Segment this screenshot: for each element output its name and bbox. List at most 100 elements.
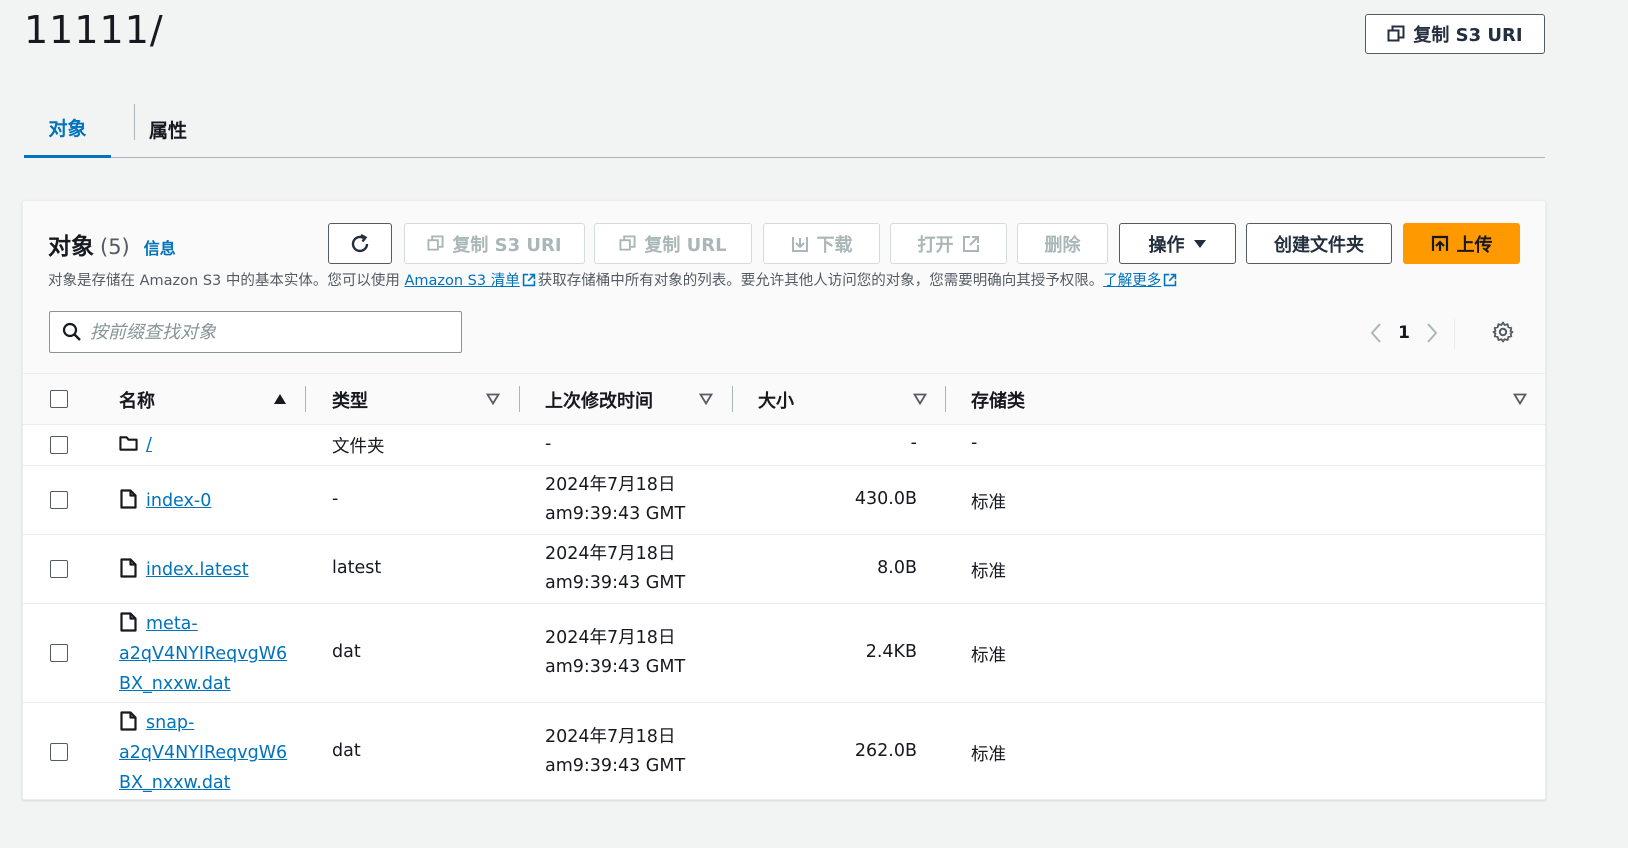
modified-date: 2024年7月18日: [545, 727, 676, 747]
storage-class-cell: 标准: [971, 745, 1006, 765]
page-title: 11111/: [24, 8, 164, 52]
folder-icon: [119, 436, 138, 451]
col-type[interactable]: 类型: [332, 374, 368, 426]
type-cell: dat: [332, 642, 361, 662]
col-divider: [305, 386, 306, 412]
row-checkbox[interactable]: [50, 491, 68, 509]
sort-caret-icon[interactable]: [486, 393, 500, 405]
download-icon: [791, 236, 808, 252]
create-folder-button[interactable]: 创建文件夹: [1246, 223, 1392, 264]
pagination: 1: [1368, 319, 1440, 347]
sort-caret-icon[interactable]: [913, 393, 927, 405]
external-link-icon: [522, 273, 535, 287]
tab-properties[interactable]: 属性: [135, 100, 201, 158]
file-icon: [120, 489, 137, 509]
modified-cell: 2024年7月18日 am9:39:43 GMT: [545, 624, 685, 682]
object-link[interactable]: a2qV4NYIReqvgW6: [119, 644, 287, 664]
tab-bar: 对象 属性: [24, 100, 1545, 158]
object-link[interactable]: index.latest: [146, 560, 249, 580]
table-row[interactable]: index.latest latest 2024年7月18日 am9:39:43…: [23, 535, 1545, 604]
col-divider: [732, 386, 733, 412]
table-row[interactable]: / 文件夹 - - -: [23, 425, 1545, 466]
object-link[interactable]: BX_nxxw.dat: [119, 773, 231, 793]
file-icon: [120, 711, 137, 731]
actions-label: 操作: [1148, 234, 1185, 256]
type-cell: 文件夹: [332, 437, 385, 457]
search-icon: [62, 322, 81, 341]
panel-title: 对象 (5) 信息: [48, 227, 176, 261]
size-cell: 430.0B: [854, 489, 917, 509]
storage-class-cell: 标准: [971, 646, 1006, 666]
actions-dropdown[interactable]: 操作: [1119, 223, 1236, 264]
col-name[interactable]: 名称: [119, 374, 155, 426]
col-storage-class[interactable]: 存储类: [971, 374, 1025, 426]
caret-down-icon: [1193, 239, 1206, 248]
modified-time: am9:39:43 GMT: [545, 573, 686, 593]
file-icon: [120, 612, 137, 632]
copy-icon: [1387, 25, 1405, 42]
copy-url-label: 复制 URL: [644, 234, 727, 256]
object-link[interactable]: /: [146, 435, 152, 455]
modified-date: 2024年7月18日: [545, 544, 676, 564]
table-row[interactable]: meta- a2qV4NYIReqvgW6 BX_nxxw.dat dat 20…: [23, 604, 1545, 703]
desc-text-1: 对象是存储在 Amazon S3 中的基本实体。您可以使用: [48, 273, 405, 289]
settings-gear-icon[interactable]: [1492, 321, 1514, 343]
col-modified[interactable]: 上次修改时间: [545, 374, 653, 426]
delete-button[interactable]: 删除: [1017, 223, 1108, 264]
name-cell: meta- a2qV4NYIReqvgW6 BX_nxxw.dat: [119, 609, 294, 699]
col-size[interactable]: 大小: [758, 374, 794, 426]
delete-label: 删除: [1044, 234, 1081, 256]
chevron-left-icon[interactable]: [1368, 321, 1384, 345]
row-checkbox[interactable]: [50, 743, 68, 761]
external-link-icon: [1163, 273, 1177, 287]
col-divider: [945, 386, 946, 412]
copy-url-button[interactable]: 复制 URL: [594, 223, 752, 264]
select-all-checkbox[interactable]: [50, 390, 68, 408]
copy-s3-uri-top-button[interactable]: 复制 S3 URI: [1365, 14, 1545, 54]
sort-ascending-icon[interactable]: [273, 393, 287, 405]
table-header: 名称 类型 上次修改时间 大小 存储类: [23, 373, 1545, 425]
search-input[interactable]: [90, 321, 430, 343]
open-button[interactable]: 打开: [890, 223, 1007, 264]
upload-icon: [1431, 235, 1448, 251]
name-cell: index-0: [119, 486, 294, 516]
info-link[interactable]: 信息: [144, 235, 176, 259]
object-link[interactable]: meta-: [146, 614, 198, 634]
inventory-link[interactable]: Amazon S3 清单: [404, 273, 519, 289]
copy-icon: [427, 235, 444, 251]
refresh-button[interactable]: [328, 223, 392, 264]
row-checkbox[interactable]: [50, 644, 68, 662]
object-link[interactable]: snap-: [146, 713, 194, 733]
copy-s3-uri-top-label: 复制 S3 URI: [1413, 25, 1523, 46]
upload-button[interactable]: 上传: [1403, 223, 1520, 264]
download-label: 下载: [816, 234, 853, 256]
sort-caret-icon[interactable]: [699, 393, 713, 405]
table-row[interactable]: snap- a2qV4NYIReqvgW6 BX_nxxw.dat dat 20…: [23, 703, 1545, 801]
open-label: 打开: [917, 234, 954, 256]
name-cell: snap- a2qV4NYIReqvgW6 BX_nxxw.dat: [119, 708, 294, 798]
tab-objects[interactable]: 对象: [24, 100, 111, 158]
objects-panel: 对象 (5) 信息 复制 S3 URI 复制 URL 下载 打开 删除 操作 创…: [22, 200, 1546, 800]
size-cell: 262.0B: [854, 741, 917, 761]
copy-s3-uri-button[interactable]: 复制 S3 URI: [404, 223, 585, 264]
object-link[interactable]: index-0: [146, 491, 211, 511]
storage-class-cell: 标准: [971, 493, 1006, 513]
modified-date: 2024年7月18日: [545, 475, 676, 495]
sort-caret-icon[interactable]: [1513, 393, 1527, 405]
current-page[interactable]: 1: [1384, 323, 1424, 343]
object-link[interactable]: BX_nxxw.dat: [119, 674, 231, 694]
create-folder-label: 创建文件夹: [1274, 234, 1364, 256]
download-button[interactable]: 下载: [763, 223, 880, 264]
object-link[interactable]: a2qV4NYIReqvgW6: [119, 743, 287, 763]
file-icon: [120, 558, 137, 578]
name-cell: /: [119, 430, 294, 460]
chevron-right-icon[interactable]: [1424, 321, 1440, 345]
row-checkbox[interactable]: [50, 560, 68, 578]
desc-text-2: 获取存储桶中所有对象的列表。要允许其他人访问您的对象，您需要明确向其授予权限。: [537, 273, 1104, 289]
copy-icon: [619, 235, 636, 251]
size-cell: -: [910, 433, 917, 453]
learn-more-link[interactable]: 了解更多: [1103, 273, 1161, 289]
table-row[interactable]: index-0 - 2024年7月18日 am9:39:43 GMT 430.0…: [23, 466, 1545, 535]
search-box: [49, 311, 462, 353]
row-checkbox[interactable]: [50, 436, 68, 454]
